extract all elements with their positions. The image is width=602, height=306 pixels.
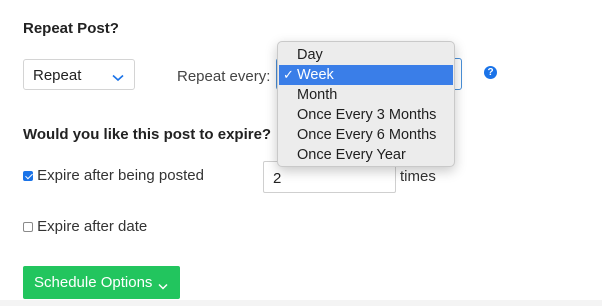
expire-after-date-label: Expire after date [37, 218, 148, 235]
dropdown-option-day[interactable]: Day [279, 45, 453, 65]
dropdown-option-6-months[interactable]: Once Every 6 Months [279, 125, 453, 145]
schedule-options-label: Schedule Options [34, 274, 153, 291]
expire-after-posted-checkbox[interactable] [23, 171, 33, 182]
dropdown-option-year[interactable]: Once Every Year [279, 145, 453, 165]
chevron-down-icon [112, 69, 124, 87]
expire-times-value: 2 [273, 170, 282, 187]
dropdown-option-3-months[interactable]: Once Every 3 Months [279, 105, 453, 125]
repeat-every-label: Repeat every: [177, 68, 271, 85]
expire-after-date-row: Expire after date [23, 218, 147, 235]
dropdown-option-week[interactable]: ✓ Week [279, 65, 453, 85]
dropdown-option-month[interactable]: Month [279, 85, 453, 105]
repeat-select-value: Repeat [33, 67, 82, 84]
chevron-down-icon [158, 277, 168, 294]
expire-heading: Would you like this post to expire? [23, 126, 272, 143]
checkmark-icon: ✓ [283, 67, 294, 82]
expire-after-date-checkbox[interactable] [23, 222, 33, 233]
repeat-select[interactable]: Repeat [23, 59, 135, 90]
schedule-options-button[interactable]: Schedule Options [23, 266, 180, 299]
expire-after-posted-label: Expire after being posted [37, 167, 204, 184]
repeat-post-heading: Repeat Post? [23, 20, 119, 37]
expire-after-posted-row: Expire after being posted [23, 167, 204, 184]
help-icon[interactable]: ? [484, 66, 497, 79]
times-label: times [400, 168, 436, 185]
repeat-interval-dropdown-menu: Day ✓ Week Month Once Every 3 Months Once… [277, 41, 455, 167]
page-bottom-strip [0, 300, 602, 306]
